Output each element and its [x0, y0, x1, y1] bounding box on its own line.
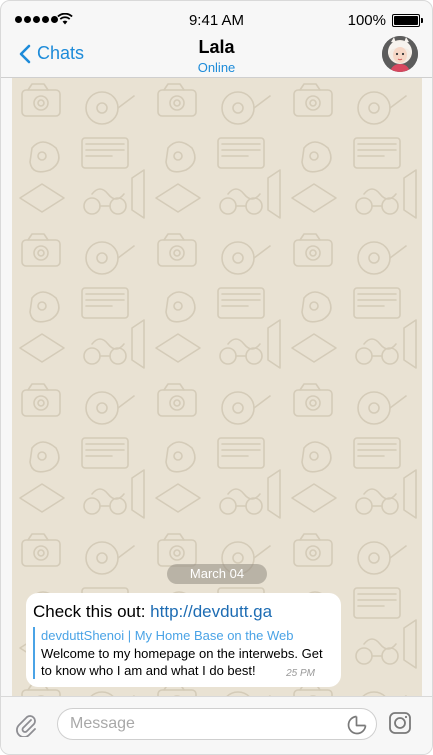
- message-bubble[interactable]: Check this out: http://devdutt.ga devdut…: [26, 593, 341, 687]
- chat-title-block[interactable]: Lala Online: [1, 37, 432, 76]
- contact-name: Lala: [198, 37, 235, 57]
- phone-screen: 9:41 AM 100% Chats Lala Online March 04 …: [0, 0, 433, 755]
- paperclip-icon[interactable]: [15, 711, 37, 737]
- message-input[interactable]: [57, 708, 377, 740]
- camera-icon[interactable]: [388, 711, 412, 735]
- link-preview-title: devduttShenoi | My Home Base on the Web: [41, 628, 294, 643]
- date-divider: March 04: [167, 564, 267, 584]
- avatar-image: [382, 36, 418, 72]
- chat-area[interactable]: March 04 Check this out: http://devdutt.…: [12, 78, 422, 698]
- contact-status: Online: [197, 60, 236, 75]
- battery-icon: [392, 14, 423, 27]
- message-timestamp: 25 PM: [286, 668, 315, 679]
- message-link[interactable]: http://devdutt.ga: [150, 602, 272, 621]
- chat-header: Chats Lala Online: [1, 31, 432, 78]
- message-text: Check this out: http://devdutt.ga: [33, 601, 333, 623]
- message-input-bar: [1, 696, 432, 754]
- avatar[interactable]: [382, 36, 418, 72]
- battery-percentage: 100%: [347, 12, 386, 29]
- sticker-icon[interactable]: [347, 715, 367, 735]
- message-prefix: Check this out:: [33, 602, 151, 621]
